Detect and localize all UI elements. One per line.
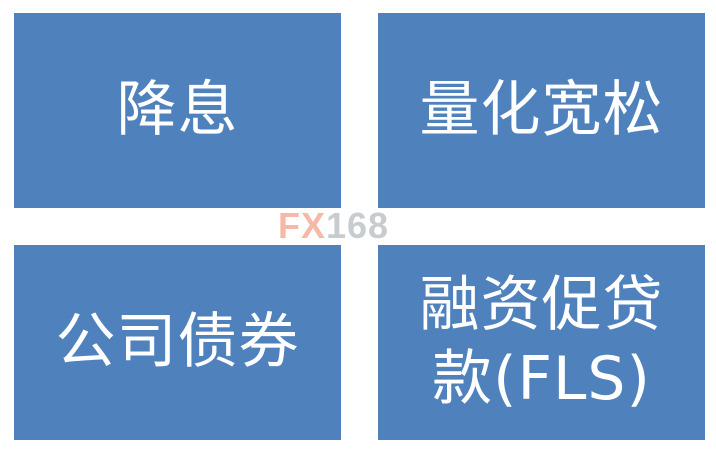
watermark-brand: FX (278, 205, 327, 246)
watermark-number: 168 (326, 205, 390, 246)
tile-funding-for-lending-label: 融资促贷 款(FLS) (419, 270, 664, 414)
tile-corporate-bonds: 公司债券 (14, 245, 341, 440)
tile-quantitative-easing: 量化宽松 (378, 13, 705, 208)
tile-corporate-bonds-label: 公司债券 (55, 306, 300, 377)
tile-rate-cut-label: 降息 (116, 74, 239, 145)
tile-rate-cut: 降息 (14, 13, 341, 208)
fx168-watermark-logo: FX 168 (278, 204, 438, 248)
tile-funding-for-lending: 融资促贷 款(FLS) (378, 245, 705, 440)
tile-quantitative-easing-label: 量化宽松 (419, 74, 664, 145)
